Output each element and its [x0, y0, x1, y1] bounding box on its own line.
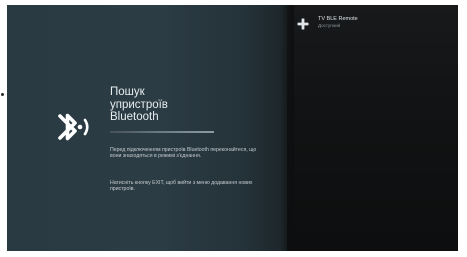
stray-dot [1, 93, 4, 96]
instruction-pairing-mode: Перед підключенням пристроїв Bluetooth п… [110, 147, 257, 160]
bluetooth-searching-icon [58, 113, 89, 141]
tv-screen: Пошук упристроїв Bluetooth Перед підключ… [7, 5, 458, 251]
title-underline [110, 131, 214, 133]
gamepad-icon [297, 18, 309, 30]
panel-divider [280, 5, 294, 251]
device-list-panel [287, 5, 458, 251]
page-title: Пошук упристроїв Bluetooth [110, 86, 168, 123]
device-list-item[interactable]: TV BLE Remote Доступний [297, 15, 457, 37]
device-status: Доступний [318, 23, 341, 28]
device-name: TV BLE Remote [318, 16, 358, 22]
instruction-exit: Натисніть кнопку EXIT, щоб вийти з меню … [110, 180, 253, 193]
pairing-panel: Пошук упристроїв Bluetooth Перед підключ… [7, 5, 287, 251]
screenshot-frame: Пошук упристроїв Bluetooth Перед підключ… [0, 0, 467, 257]
